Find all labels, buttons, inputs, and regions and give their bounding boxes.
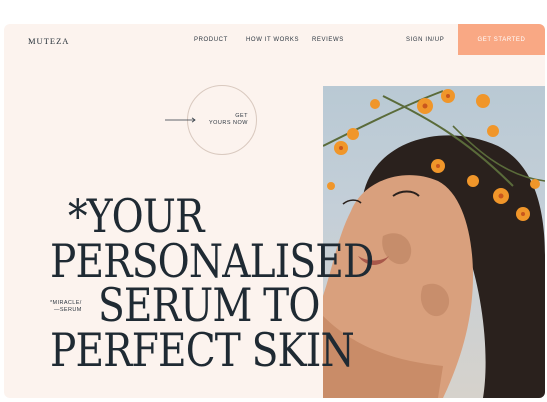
get-started-button[interactable]: GET STARTED [458,24,545,55]
miracle-serum-note: *MIRACLE/ —SERUM [50,300,82,314]
nav-reviews[interactable]: REVIEWS [312,37,344,43]
get-yours-label[interactable]: GET YOURS NOW [206,113,248,127]
get-yours-line1: GET [235,113,248,119]
note-line-1: *MIRACLE/ [50,300,82,306]
headline-line-1: *YOUR [68,189,204,243]
signin-link[interactable]: SIGN IN/UP [406,37,444,43]
get-yours-line2: YOURS NOW [208,120,248,126]
nav-how-it-works[interactable]: HOW IT WORKS [246,37,299,43]
headline-line-4: PERFECT SKIN [50,323,355,377]
brand-logo[interactable]: MUTEZA [28,36,69,46]
arrow-right-icon [165,117,196,123]
headline-line-3: SERUM TO [98,278,320,332]
note-line-2: —SERUM [53,307,82,313]
nav-product[interactable]: PRODUCT [194,37,228,43]
